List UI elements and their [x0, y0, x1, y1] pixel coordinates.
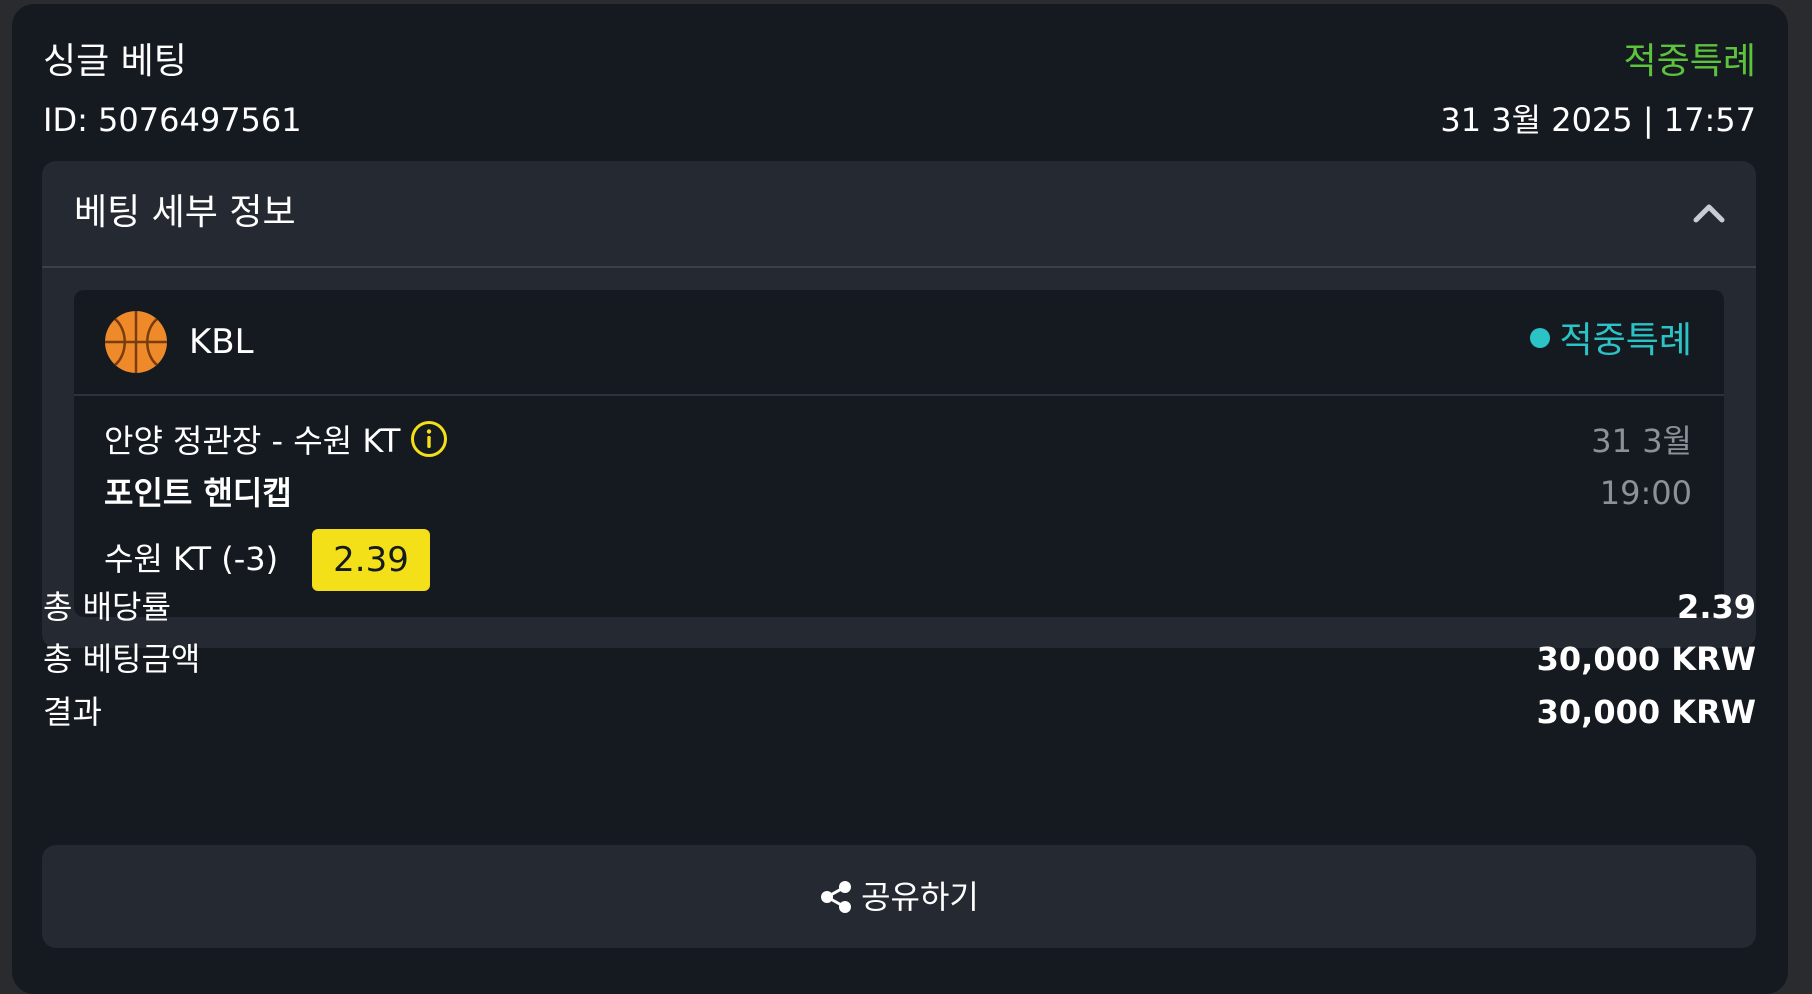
- match-name: 안양 정관장 - 수원 KT: [104, 422, 401, 460]
- match-time: 19:00: [1599, 474, 1692, 512]
- league-name: KBL: [189, 322, 254, 362]
- result-label: 결과: [43, 693, 102, 731]
- bet-details-title: 베팅 세부 정보: [74, 192, 296, 233]
- total-stake-value: 30,000 KRW: [1536, 640, 1756, 678]
- bet-type-title: 싱글 베팅: [43, 41, 187, 82]
- info-icon[interactable]: [410, 420, 448, 458]
- total-odds-label: 총 배당률: [43, 588, 171, 626]
- basketball-icon: [105, 311, 167, 373]
- chevron-up-icon[interactable]: [1692, 199, 1726, 225]
- bet-card: 싱글 베팅 적중특례 ID: 5076497561 31 3월 2025 | 1…: [12, 4, 1788, 994]
- share-label: 공유하기: [861, 877, 979, 916]
- result-value: 30,000 KRW: [1536, 693, 1756, 731]
- selection-status-label: 적중특례: [1559, 320, 1692, 361]
- total-odds-value: 2.39: [1677, 588, 1756, 626]
- total-stake-label: 총 베팅금액: [43, 640, 201, 678]
- bet-placed-datetime: 31 3월 2025 | 17:57: [1440, 101, 1756, 139]
- match-row: 안양 정관장 - 수원 KT: [104, 420, 448, 462]
- selection-status: 적중특례: [1529, 318, 1692, 364]
- bet-id: ID: 5076497561: [43, 101, 302, 139]
- market-name: 포인트 핸디캡: [104, 474, 292, 512]
- bet-status: 적중특례: [1623, 41, 1756, 82]
- odds-badge: 2.39: [312, 529, 430, 591]
- selection-header: KBL 적중특례: [74, 290, 1724, 396]
- share-button-content: 공유하기: [42, 845, 1756, 948]
- share-icon: [821, 880, 852, 913]
- bet-details-panel: 베팅 세부 정보 KBL 적중특례 안양 정관장 - 수원 KT 31 3월 포…: [42, 161, 1756, 648]
- bet-details-toggle[interactable]: 베팅 세부 정보: [42, 161, 1756, 268]
- selection-pick: 수원 KT (-3): [104, 540, 279, 578]
- selection-card: KBL 적중특례 안양 정관장 - 수원 KT 31 3월 포인트 핸디캡 19…: [74, 290, 1724, 617]
- match-date: 31 3월: [1591, 422, 1692, 460]
- status-dot-icon: [1529, 328, 1550, 348]
- share-button[interactable]: 공유하기: [42, 845, 1756, 948]
